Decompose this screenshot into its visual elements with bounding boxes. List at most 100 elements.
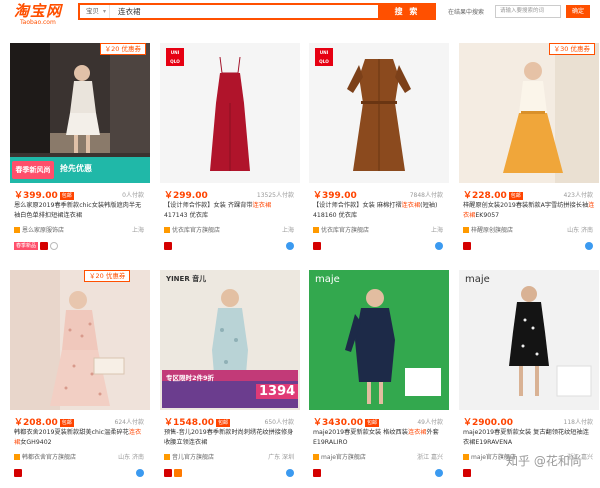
free-shipping-tag: 包邮 (216, 419, 231, 427)
promo-banner-text: 专区限时2件9折 (166, 374, 215, 382)
promo-badge: 春季新品 (14, 242, 39, 250)
product-photo (309, 270, 449, 410)
shop-name[interactable]: 韩都衣舍官方旗舰店 (22, 454, 76, 461)
shop-name[interactable]: 音儿官方旗舰店 (172, 454, 214, 461)
product-title[interactable]: 韩都衣舍2019夏装新款甜美chic温柔碎花连衣裙女GH9402 (14, 428, 146, 448)
wangwang-chat-icon[interactable] (435, 469, 443, 477)
product-image[interactable]: YINER 音儿 专区限时2件9折 1394 (160, 270, 300, 410)
maje-logo: maje (315, 274, 340, 285)
sales-count: 650人付款 (264, 419, 294, 426)
wangwang-chat-icon[interactable] (136, 469, 144, 477)
in-result-input[interactable]: 请输入要搜索的词 (495, 5, 561, 18)
badge-row (463, 469, 597, 479)
in-result-confirm-button[interactable]: 确定 (566, 5, 590, 18)
product-image[interactable]: UNI QLO (160, 43, 300, 183)
shop-icon (14, 454, 20, 460)
logo-text: 淘宝网 (14, 2, 63, 20)
product-image[interactable]: ￥20 优惠券 (10, 270, 150, 410)
coupon-badge: ￥30 优惠券 (548, 43, 595, 55)
shop-icon (463, 227, 469, 233)
location: 上海 (430, 227, 443, 234)
shop-icon (14, 227, 20, 233)
wangwang-chat-icon[interactable] (585, 242, 593, 250)
shop-icon (313, 227, 319, 233)
product-title[interactable]: 恩么家原2019春季新款chic女装韩版遮肉半无袖白色单排扣短裙连衣裙 (14, 201, 146, 221)
shop-name[interactable]: 优衣库官方旗舰店 (172, 227, 220, 234)
search-category-label: 宝贝 (86, 7, 99, 15)
free-shipping-tag: 包邮 (508, 192, 523, 200)
tmall-icon (14, 469, 22, 477)
service-icon (50, 242, 59, 250)
shop-row: 音儿官方旗舰店 广东 深圳 (164, 452, 298, 462)
badge-row: 春季新品 (14, 242, 148, 252)
coupon-badge: ￥20 优惠券 (99, 43, 146, 55)
product-title[interactable]: 【设计师合作款】女装 齐踝背带连衣裙 417143 优衣库 (164, 201, 296, 221)
uniqlo-logo: UNI QLO (166, 48, 184, 66)
product-image[interactable]: maje (309, 270, 449, 410)
product-image[interactable]: UNI QLO (309, 43, 449, 183)
promo-icon (174, 469, 182, 477)
location: 山东 济南 (118, 454, 144, 461)
search-button[interactable]: 搜 索 (378, 3, 436, 20)
price-row: ￥208.00 包邮 624人付款 (14, 415, 148, 428)
badge-row (313, 242, 447, 252)
badge-row (313, 469, 447, 479)
sales-count: 423人付款 (563, 192, 593, 199)
product-card[interactable]: UNI QLO ￥299.00 13525人付款 【设计师合作款】女装 齐踝背带… (160, 43, 300, 261)
sales-count: 49人付款 (417, 419, 443, 426)
product-card[interactable]: ￥20 优惠券 ￥208.00 包邮 624人付款 韩都衣舍2019夏装新款甜美c… (10, 270, 150, 488)
maje-logo: maje (465, 274, 490, 285)
product-title[interactable]: maje2019春夏新款女装 格纹西装连衣裙外套E19RALIRO (313, 428, 445, 448)
uniqlo-logo: UNI QLO (315, 48, 333, 66)
product-card[interactable]: ￥30 优惠券 ￥228.00 包邮 423人付款 梓醒原创女装2019春装新款A… (459, 43, 599, 261)
product-title[interactable]: maje2019春夏新款女装 复古翻领花纹短袖连衣裙E19RAVENA (463, 428, 595, 448)
badge-row (14, 469, 148, 479)
price-row: ￥2900.00 118人付款 (463, 415, 597, 428)
product-photo (10, 270, 150, 410)
sales-count: 7848人付款 (409, 192, 443, 199)
shop-icon (164, 454, 170, 460)
banner-price: 1394 (256, 384, 299, 399)
price-row: ￥228.00 包邮 423人付款 (463, 188, 597, 201)
wangwang-chat-icon[interactable] (286, 242, 294, 250)
tmall-icon (164, 469, 172, 477)
free-shipping-tag: 包邮 (59, 192, 74, 200)
shop-name[interactable]: maje官方旗舰店 (321, 454, 366, 461)
product-card[interactable]: YINER 音儿 专区限时2件9折 1394 ￥1548.00 包邮 650人付款… (160, 270, 300, 488)
price-row: ￥399.00 7848人付款 (313, 188, 447, 201)
price: ￥3430.00 (313, 418, 363, 428)
tmall-icon (463, 469, 471, 477)
tmall-icon (463, 242, 471, 250)
shop-name[interactable]: 优衣库官方旗舰店 (321, 227, 369, 234)
sales-count: 0人付款 (122, 192, 144, 199)
product-title[interactable]: 梓醒原创女装2019春装新款A字雪纺拼接长袖连衣裙EK9057 (463, 201, 595, 221)
search-input[interactable] (110, 5, 420, 18)
product-image[interactable]: ￥20 优惠券 春季新风尚 抢先优惠 (10, 43, 150, 183)
product-card[interactable]: ￥20 优惠券 春季新风尚 抢先优惠 ￥399.00 包邮 0人付款 恩么家原20… (10, 43, 150, 261)
promo-tag: 春季新风尚 (12, 161, 54, 179)
product-card[interactable]: maje ￥3430.00 包邮 49人付款 maje2019春夏新款女装 格纹西… (309, 270, 449, 488)
product-title[interactable]: 【设计师合作款】女装 麻棉打褶连衣裙(短袖) 418160 优衣库 (313, 201, 445, 221)
price: ￥299.00 (164, 191, 208, 201)
search-category-select[interactable]: 宝贝 ▾ (80, 5, 110, 18)
shop-name[interactable]: 恩么家原服饰店 (22, 227, 64, 234)
wangwang-chat-icon[interactable] (286, 469, 294, 477)
wangwang-chat-icon[interactable] (435, 242, 443, 250)
header-bar: 淘宝网 Taobao.com 宝贝 ▾ 搜 索 在结果中搜索 请输入要搜索的词 … (0, 0, 600, 36)
shop-row: maje官方旗舰店 浙江 嘉兴 (313, 452, 447, 462)
promo-subtitle: 抢先优惠 (60, 164, 92, 173)
product-card[interactable]: UNI QLO ￥399.00 7848人付款 【设计师合作款】女装 麻棉打褶连… (309, 43, 449, 261)
product-image[interactable]: ￥30 优惠券 (459, 43, 599, 183)
product-image[interactable]: maje (459, 270, 599, 410)
tmall-icon (313, 242, 321, 250)
taobao-logo[interactable]: 淘宝网 Taobao.com (14, 3, 74, 31)
product-photo (459, 270, 599, 410)
watermark: 知乎 @花和尚 (506, 454, 582, 468)
product-title[interactable]: 预售-音儿2019春季新款时尚刺绣花纹拼接修身收腰立领连衣裙 (164, 428, 296, 448)
chevron-down-icon: ▾ (102, 8, 106, 15)
price-row: ￥399.00 包邮 0人付款 (14, 188, 148, 201)
promo-banner: 春季新风尚 抢先优惠 (10, 157, 150, 183)
price: ￥1548.00 (164, 418, 214, 428)
price-row: ￥299.00 13525人付款 (164, 188, 298, 201)
shop-name[interactable]: 梓醒原创旗舰店 (471, 227, 513, 234)
